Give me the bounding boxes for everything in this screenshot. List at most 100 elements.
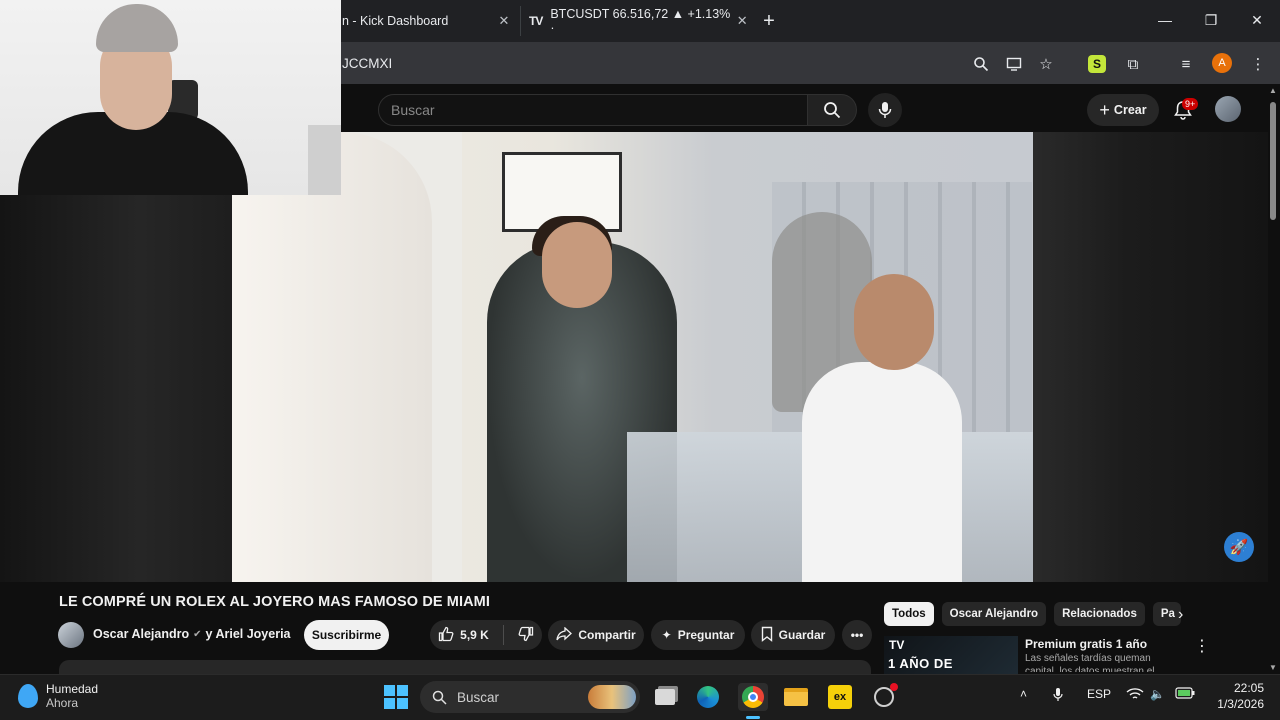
chip-oscar-alejandro[interactable]: Oscar Alejandro: [941, 602, 1047, 626]
clock-time: 22:05: [1233, 681, 1264, 695]
search-icon: [432, 690, 447, 705]
extensions-puzzle-icon[interactable]: ⧉: [1122, 53, 1144, 75]
humidity-drop-icon: [18, 684, 38, 708]
zoom-icon[interactable]: [970, 53, 992, 75]
verified-icon: ✔: [193, 628, 202, 640]
ad-menu-icon[interactable]: ⋮: [1194, 636, 1210, 656]
exness-app-icon[interactable]: ex: [825, 683, 855, 711]
clock-date: 1/3/2026: [1217, 697, 1264, 711]
subscribe-button[interactable]: Suscribirme: [304, 620, 389, 650]
wifi-icon[interactable]: [1126, 687, 1144, 704]
weather-subtitle: Ahora: [46, 696, 79, 710]
webcam-person-cap: [96, 4, 178, 52]
channel-name[interactable]: Oscar Alejandro: [93, 627, 189, 641]
chip-partial[interactable]: Pa: [1152, 602, 1181, 626]
like-dislike-group: 5,9 K: [430, 620, 542, 650]
close-tab-icon[interactable]: ✕: [734, 13, 750, 29]
minimize-icon[interactable]: —: [1152, 8, 1178, 32]
collab-channel[interactable]: y Ariel Joyeria: [206, 627, 291, 641]
video-frame[interactable]: [232, 132, 1033, 582]
chrome-icon[interactable]: [738, 683, 768, 711]
language-indicator[interactable]: ESP: [1087, 687, 1111, 701]
browser-menu-icon[interactable]: ⋮: [1247, 53, 1269, 75]
like-count[interactable]: 5,9 K: [460, 628, 489, 642]
bookmark-icon: [761, 626, 773, 645]
video-title: LE COMPRÉ UN ROLEX AL JOYERO MAS FAMOSO …: [59, 594, 490, 610]
taskbar-search[interactable]: Buscar: [420, 681, 640, 713]
divider: [502, 625, 504, 645]
related-filter-chips: Todos Oscar Alejandro Relacionados Pa: [884, 602, 1181, 626]
save-button[interactable]: Guardar: [751, 620, 835, 650]
weather-title: Humedad: [46, 682, 99, 696]
webcam-background-window: [308, 125, 341, 195]
scroll-up-icon[interactable]: ▲: [1269, 86, 1277, 95]
file-explorer-icon[interactable]: [781, 683, 811, 711]
install-app-icon[interactable]: [1003, 53, 1025, 75]
scene-boy-head: [854, 274, 934, 370]
tab-kick-dashboard[interactable]: n - Kick Dashboard ✕: [342, 6, 512, 36]
voice-search-button[interactable]: [868, 93, 902, 127]
search-highlight-art: [588, 685, 636, 709]
profile-avatar[interactable]: A: [1211, 52, 1233, 74]
media-controls-icon[interactable]: ≡: [1175, 53, 1197, 75]
thumbs-up-icon[interactable]: [438, 626, 454, 645]
edge-icon[interactable]: [693, 683, 723, 711]
more-actions-icon[interactable]: •••: [842, 620, 872, 650]
share-button[interactable]: Compartir: [548, 620, 644, 650]
search-button[interactable]: [807, 94, 857, 126]
chevron-right-icon[interactable]: ›: [1178, 606, 1183, 624]
restore-icon[interactable]: ❐: [1198, 8, 1224, 32]
search-input[interactable]: Buscar: [378, 94, 808, 126]
extension-s-icon[interactable]: S: [1088, 55, 1106, 73]
search-placeholder: Buscar: [391, 102, 435, 118]
task-view-icon[interactable]: [650, 683, 680, 711]
bookmark-star-icon[interactable]: ☆: [1035, 53, 1057, 75]
close-tab-icon[interactable]: ✕: [496, 13, 512, 29]
tab-btcusdt[interactable]: TV BTCUSDT 66.516,72 ▲ +1.13% · ✕: [520, 6, 750, 36]
recording-app-icon[interactable]: [869, 683, 899, 711]
scroll-down-icon[interactable]: ▼: [1269, 663, 1277, 672]
notification-badge: 9+: [1182, 98, 1199, 110]
share-label: Compartir: [578, 628, 636, 642]
description-box[interactable]: [59, 660, 871, 674]
create-label: Crear: [1113, 103, 1147, 117]
video-player[interactable]: [0, 132, 1268, 582]
new-tab-icon[interactable]: +: [760, 10, 778, 33]
tradingview-icon: TV: [529, 14, 543, 28]
windows-start-icon[interactable]: [384, 685, 408, 709]
tab-label: BTCUSDT 66.516,72 ▲ +1.13% ·: [550, 7, 731, 35]
tradingview-logo: TV: [889, 638, 905, 652]
video-pillarbox-left: [0, 132, 232, 582]
scene-boy: [802, 362, 962, 582]
chip-todos[interactable]: Todos: [884, 602, 934, 626]
channel-avatar[interactable]: [58, 622, 84, 648]
battery-icon[interactable]: [1175, 687, 1195, 702]
scrollbar-thumb[interactable]: [1270, 102, 1276, 220]
rocket-extension-icon[interactable]: 🚀: [1224, 532, 1254, 562]
sparkle-icon: ✦: [661, 628, 672, 642]
channel-names[interactable]: Oscar Alejandro ✔ y Ariel Joyeria: [93, 627, 291, 641]
scene-person-foreground: [232, 132, 432, 582]
system-clock[interactable]: 22:05 1/3/2026: [1212, 680, 1264, 712]
address-bar[interactable]: JCCMXI: [342, 48, 882, 78]
chip-relacionados[interactable]: Relacionados: [1054, 602, 1145, 626]
create-button[interactable]: + Crear: [1087, 94, 1159, 126]
ad-thumbnail[interactable]: TV 1 AÑO DE: [884, 636, 1018, 674]
account-avatar[interactable]: [1215, 96, 1241, 122]
page-scrollbar[interactable]: ▲ ▼: [1268, 84, 1280, 674]
tab-label: n - Kick Dashboard: [342, 14, 449, 28]
ask-button[interactable]: ✦ Preguntar: [651, 620, 745, 650]
ad-description: Las señales tardías queman capital, los …: [1025, 653, 1155, 672]
windows-taskbar: Humedad Ahora Buscar ex ˄ ESP 🔈 22:05 1/…: [0, 674, 1280, 720]
thumbs-down-icon[interactable]: [518, 626, 534, 645]
close-window-icon[interactable]: ✕: [1244, 8, 1270, 32]
ad-title[interactable]: Premium gratis 1 año: [1025, 637, 1147, 651]
weather-widget[interactable]: Humedad Ahora: [18, 682, 98, 710]
scene-jeweler-head: [542, 222, 612, 308]
microphone-icon[interactable]: [1053, 687, 1063, 706]
video-pillarbox-right: [1033, 132, 1268, 582]
show-hidden-icons[interactable]: ˄: [1020, 687, 1027, 701]
taskbar-search-label: Buscar: [457, 689, 500, 705]
volume-icon[interactable]: 🔈: [1150, 687, 1165, 701]
plus-icon: +: [1099, 99, 1110, 120]
